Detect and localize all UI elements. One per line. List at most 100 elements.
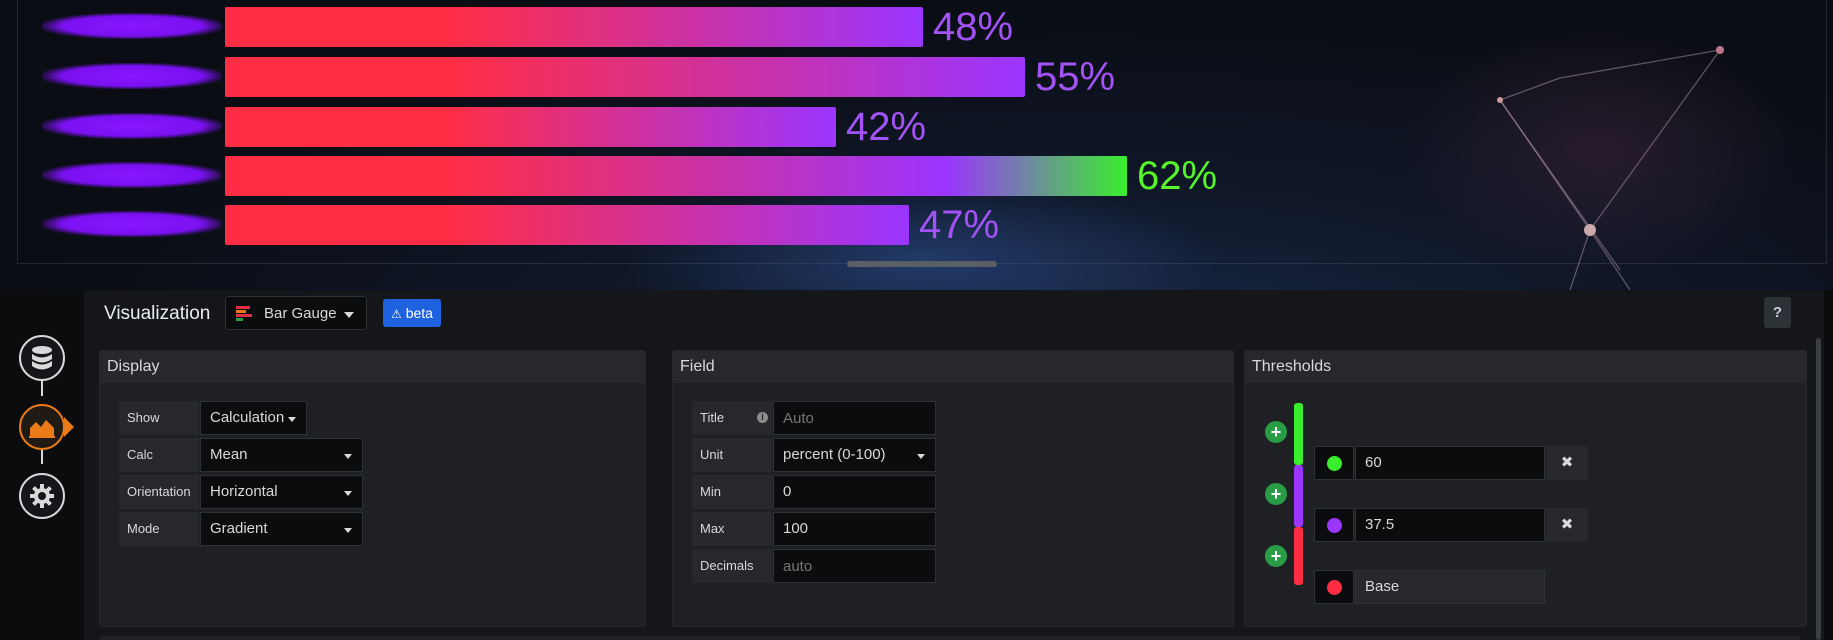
bar-gauge-panel: 48% 55% 42% 62% 47% [0,0,1833,290]
mode-row: Mode Gradient [119,512,364,546]
threshold-color-picker[interactable] [1314,570,1354,604]
visualization-header: Visualization Bar Gauge ⚠ beta ? [84,290,1824,350]
add-threshold-button[interactable]: + [1265,421,1287,443]
threshold-track-base [1294,527,1303,585]
show-row: Show Calculation [119,401,309,435]
threshold-row: 60 ✖ [1314,446,1590,480]
visualization-picker[interactable]: Bar Gauge [225,296,367,330]
chevron-down-icon [344,454,352,459]
threshold-track-mid [1294,465,1303,527]
threshold-color-picker[interactable] [1314,446,1354,480]
bar-gauge-row: 48% [0,5,1300,49]
chevron-down-icon [344,491,352,496]
orientation-value: Horizontal [210,483,278,500]
bar-fill [225,7,923,47]
chevron-down-icon [344,528,352,533]
queries-button[interactable] [19,335,65,381]
calc-select[interactable]: Mean [200,438,363,472]
general-settings-button[interactable] [19,473,65,519]
bar-fill [225,107,836,147]
add-threshold-button[interactable]: + [1265,483,1287,505]
min-input[interactable]: 0 [773,475,936,509]
field-options: Field Title i Unit percent (0-100) Min 0… [672,350,1234,627]
bar-value-label: 55% [1035,55,1116,99]
help-button[interactable]: ? [1764,297,1791,328]
panel-editor: Visualization Bar Gauge ⚠ beta ? Display… [84,290,1824,640]
settings-icon [30,484,54,508]
mode-label: Mode [119,512,199,546]
calc-row: Calc Mean [119,438,364,472]
threshold-color-picker[interactable] [1314,508,1354,542]
visualization-button[interactable] [19,404,65,450]
decimals-label: Decimals [692,549,772,583]
threshold-track-high [1294,403,1303,465]
remove-threshold-button[interactable]: ✖ [1546,508,1588,542]
bar-fill [225,156,1127,196]
chevron-down-icon [288,417,296,422]
redacted-series-name [42,113,222,139]
visualization-title: Visualization [104,303,211,324]
bar-gauge-row: 55% [0,55,1300,99]
threshold-value-input[interactable]: 37.5 [1355,508,1545,542]
decimals-input[interactable] [773,549,936,583]
bar-gauge-row: 62% [0,154,1300,198]
unit-label: Unit [692,438,772,472]
color-swatch [1327,518,1342,533]
max-input[interactable]: 100 [773,512,936,546]
show-label: Show [119,401,199,435]
editor-scrollbar[interactable] [1816,338,1821,640]
calc-value: Mean [210,446,248,463]
mode-select[interactable]: Gradient [200,512,363,546]
redacted-series-name [42,13,222,39]
thresholds-title: Thresholds [1245,351,1806,383]
max-row: Max 100 [692,512,937,546]
threshold-value-input[interactable]: 60 [1355,446,1545,480]
display-title: Display [100,351,645,383]
warning-icon: ⚠ [391,307,402,321]
max-label: Max [692,512,772,546]
orientation-label: Orientation [119,475,199,509]
color-swatch [1327,456,1342,471]
threshold-row-base: Base [1314,570,1590,604]
field-title: Field [673,351,1233,383]
chevron-down-icon [917,454,925,459]
bar-fill [225,205,909,245]
active-step-arrow [64,417,74,437]
beta-badge: ⚠ beta [383,299,441,327]
title-row: Title i [692,401,937,435]
unit-row: Unit percent (0-100) [692,438,937,472]
unit-select[interactable]: percent (0-100) [773,438,936,472]
threshold-row: 37.5 ✖ [1314,508,1590,542]
mode-value: Gradient [210,520,268,537]
decimals-row: Decimals [692,549,937,583]
unit-value: percent (0-100) [783,446,886,463]
threshold-base-label: Base [1355,570,1545,604]
info-icon[interactable]: i [757,412,768,423]
min-row: Min 0 [692,475,937,509]
visualization-picker-label: Bar Gauge [264,305,337,322]
bar-fill [225,57,1025,97]
thresholds-options: Thresholds + + + 60 ✖ 37.5 ✖ Base [1244,350,1807,627]
show-value: Calculation [210,409,285,426]
editor-rail [0,290,84,640]
database-icon [32,346,52,370]
orientation-select[interactable]: Horizontal [200,475,363,509]
color-swatch [1327,580,1342,595]
redacted-series-name [42,63,222,89]
display-options: Display Show Calculation Calc Mean Orien… [99,350,646,627]
bar-gauge-row: 42% [0,105,1300,149]
visualization-icon [29,420,55,438]
remove-threshold-button[interactable]: ✖ [1546,446,1588,480]
orientation-row: Orientation Horizontal [119,475,364,509]
min-label: Min [692,475,772,509]
redacted-series-name [42,162,222,188]
bar-gauge-row: 47% [0,203,1300,247]
show-select[interactable]: Calculation [200,401,307,435]
redacted-series-name [42,211,222,237]
bar-value-label: 42% [846,105,927,149]
beta-label: beta [405,305,433,321]
title-input[interactable] [773,401,936,435]
panel-resize-handle[interactable] [847,261,997,267]
bar-value-label: 47% [919,203,1000,247]
add-threshold-button[interactable]: + [1265,545,1287,567]
